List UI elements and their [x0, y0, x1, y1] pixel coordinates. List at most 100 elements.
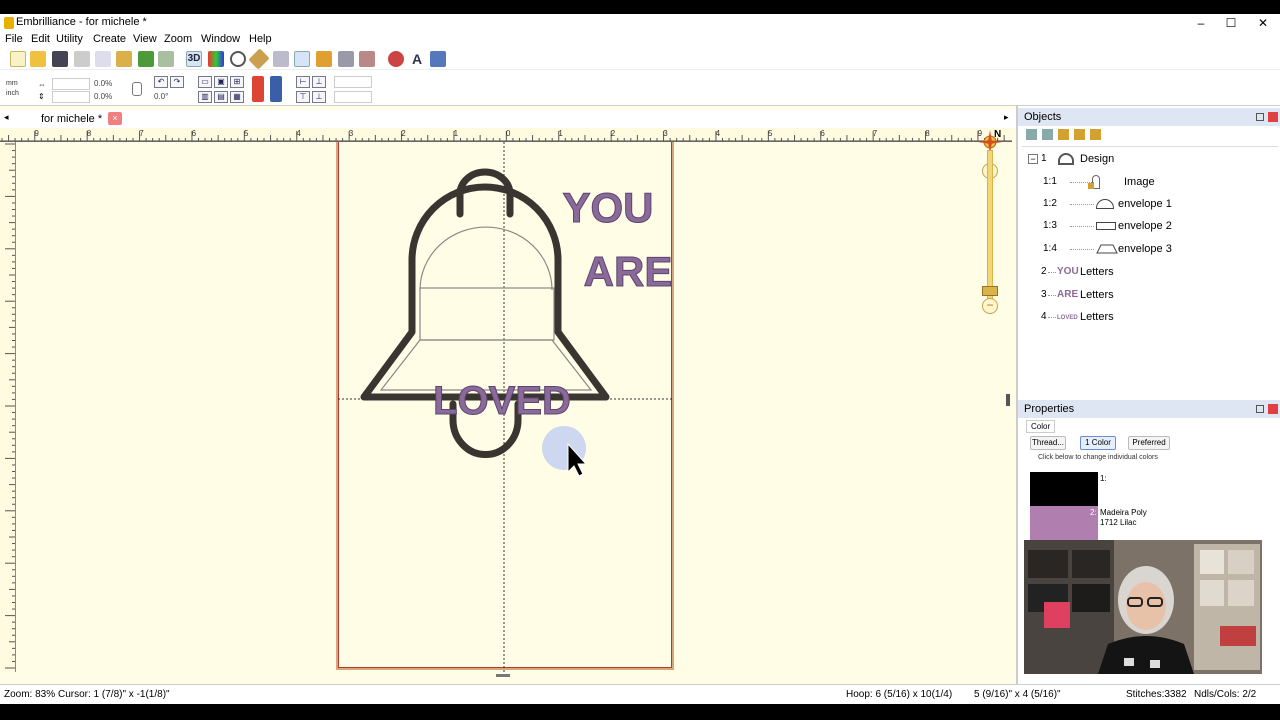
save-icon[interactable]	[52, 51, 68, 67]
ruler-label: 4	[296, 129, 301, 138]
tree-item-label: envelope 3	[1118, 243, 1172, 255]
objects-pin-icon[interactable]	[1256, 113, 1264, 121]
color-name-2: Madeira Poly	[1100, 508, 1147, 517]
design-text-are[interactable]: ARE	[583, 248, 673, 296]
hoop-icon[interactable]	[273, 51, 289, 67]
center-icon[interactable]: ▣	[214, 76, 228, 88]
design-text-you[interactable]: YOU	[562, 184, 654, 232]
height-percent[interactable]: 0.0%	[94, 91, 130, 103]
bottom-splitter-handle[interactable]	[496, 674, 510, 677]
mirror-v-icon[interactable]: ▥	[198, 91, 212, 103]
menu-file[interactable]: File	[5, 33, 23, 45]
rotate-right-icon[interactable]: ↷	[170, 76, 184, 88]
property-icon[interactable]	[359, 51, 375, 67]
tree-item-you-letters[interactable]: 2 YOU Letters	[1022, 261, 1278, 283]
spool-icon[interactable]	[270, 76, 282, 102]
color-view-icon[interactable]	[208, 51, 224, 67]
zoom-icon[interactable]	[230, 51, 246, 67]
zoom-slider-track[interactable]	[987, 150, 993, 300]
zoom-slider-thumb[interactable]	[982, 286, 998, 296]
new-icon[interactable]	[10, 51, 26, 67]
tree-item-are-letters[interactable]: 3 ARE Letters	[1022, 284, 1278, 306]
tree-item-number: 1:3	[1043, 220, 1057, 231]
needle-icon[interactable]	[252, 76, 264, 102]
lock-all-icon[interactable]	[1090, 129, 1101, 140]
design-icon	[1058, 153, 1074, 165]
unit-mm-radio[interactable]: mm	[6, 80, 18, 87]
menu-zoom[interactable]: Zoom	[164, 33, 192, 45]
tree-item-image[interactable]: 1:1 Image	[1022, 171, 1278, 193]
ruler-label: 3	[663, 129, 668, 138]
minimize-button[interactable]: –	[1186, 15, 1216, 31]
menu-utility[interactable]: Utility	[56, 33, 83, 45]
3d-view-icon[interactable]: 3D	[186, 51, 202, 67]
tab-close-button[interactable]: ×	[108, 112, 122, 125]
width-percent[interactable]: 0.0%	[94, 78, 130, 90]
lock-icon[interactable]	[1058, 129, 1069, 140]
merge-icon[interactable]	[338, 51, 354, 67]
splitter-handle[interactable]	[1006, 394, 1010, 406]
menu-window[interactable]: Window	[201, 33, 240, 45]
expand-all-icon[interactable]	[1026, 129, 1037, 140]
text-icon[interactable]: A	[409, 51, 425, 67]
thread-button[interactable]: Thread...	[1030, 436, 1066, 450]
tab-for-michele[interactable]: for michele *	[36, 111, 108, 127]
applique-icon[interactable]	[430, 51, 446, 67]
rotation-value[interactable]: 0.0°	[154, 91, 190, 103]
collapse-all-icon[interactable]	[1042, 129, 1053, 140]
tab-scroll-right-icon[interactable]: ▸	[1004, 112, 1009, 123]
fit-icon[interactable]: ⊞	[230, 76, 244, 88]
tab-color[interactable]: Color	[1026, 420, 1056, 433]
tree-item-loved-letters[interactable]: 4 LOVED Letters	[1022, 306, 1278, 328]
maximize-button[interactable]: ☐	[1216, 15, 1246, 31]
tree-item-design[interactable]: − 1 Design	[1022, 148, 1278, 170]
rotate-left-icon[interactable]: ↶	[154, 76, 168, 88]
unlock-icon[interactable]	[1074, 129, 1085, 140]
align-center-icon[interactable]: ⊥	[312, 76, 326, 88]
tree-item-envelope-1[interactable]: 1:2 envelope 1	[1022, 193, 1278, 215]
mirror-h-icon[interactable]: ▭	[198, 76, 212, 88]
print-icon[interactable]	[74, 51, 90, 67]
preferred-button[interactable]: Preferred	[1128, 436, 1170, 450]
design-canvas[interactable]: YOU ARE LOVED	[16, 142, 1010, 672]
align-input-2[interactable]	[334, 91, 372, 103]
height-input[interactable]	[52, 91, 90, 103]
design-text-loved[interactable]: LOVED	[433, 379, 572, 424]
properties-close-icon[interactable]	[1268, 404, 1278, 414]
frame-icon[interactable]	[316, 51, 332, 67]
tree-item-envelope-2[interactable]: 1:3 envelope 2	[1022, 215, 1278, 237]
send-icon[interactable]	[158, 51, 174, 67]
copy-icon[interactable]	[95, 51, 111, 67]
align-left-icon[interactable]: ⊢	[296, 76, 310, 88]
select-icon[interactable]	[294, 51, 310, 67]
one-color-button[interactable]: 1 Color	[1080, 436, 1116, 450]
collapse-toggle-icon[interactable]: −	[1028, 154, 1038, 164]
color-swatch-2[interactable]	[1030, 506, 1098, 540]
align-top-icon[interactable]: ⊤	[296, 91, 310, 103]
objects-close-icon[interactable]	[1268, 112, 1278, 122]
zoom-out-icon[interactable]: −	[982, 298, 998, 314]
close-window-button[interactable]: ✕	[1248, 15, 1278, 31]
align-input-1[interactable]	[334, 76, 372, 88]
properties-pin-icon[interactable]	[1256, 405, 1264, 413]
tree-item-envelope-3[interactable]: 1:4 envelope 3	[1022, 238, 1278, 260]
menu-create[interactable]: Create	[93, 33, 126, 45]
open-folder-icon[interactable]	[30, 51, 46, 67]
ruler-icon[interactable]	[248, 48, 270, 70]
stitch-out-icon[interactable]	[138, 51, 154, 67]
tab-scroll-left-icon[interactable]: ◂	[4, 112, 9, 123]
menu-help[interactable]: Help	[249, 33, 272, 45]
ungroup-icon[interactable]: ▦	[230, 91, 244, 103]
paste-icon[interactable]	[116, 51, 132, 67]
lock-ratio-icon[interactable]	[132, 82, 142, 96]
tree-connector	[1070, 249, 1094, 250]
group-icon[interactable]: ▤	[214, 91, 228, 103]
width-input[interactable]	[52, 78, 90, 90]
menu-edit[interactable]: Edit	[31, 33, 50, 45]
wizard-icon[interactable]	[388, 51, 404, 67]
color-swatch-1[interactable]	[1030, 472, 1098, 506]
you-text-icon: YOU	[1057, 266, 1079, 277]
unit-inch-radio[interactable]: inch	[6, 90, 19, 97]
menu-view[interactable]: View	[133, 33, 157, 45]
align-bottom-icon[interactable]: ⊥	[312, 91, 326, 103]
